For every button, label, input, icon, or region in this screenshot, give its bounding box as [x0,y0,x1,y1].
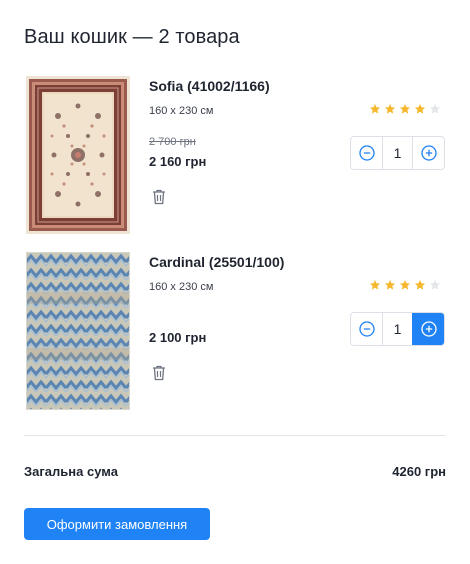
product-rating [369,103,441,115]
star-icon [414,280,426,290]
remove-item-button[interactable] [151,188,167,206]
cart-item: Cardinal (25501/100) 160 x 230 см 2 100 … [0,252,470,412]
quantity-stepper: 1 [350,312,445,346]
total-value: 4260 грн [392,464,446,479]
cart-item: Sofia (41002/1166) 160 x 230 см 2 700 гр… [0,76,470,236]
product-rating [369,279,441,291]
increase-quantity-button[interactable] [412,313,444,345]
divider [24,435,446,436]
decrease-quantity-button[interactable] [351,313,383,345]
plus-circle-icon [420,321,437,337]
star-icon [384,104,396,114]
star-icon [429,280,441,290]
price: 2 100 грн [149,330,207,345]
cart-title: Ваш кошик — 2 товара [24,26,240,48]
star-icon [369,280,381,290]
quantity-stepper: 1 [350,136,445,170]
price: 2 160 грн [149,154,207,169]
product-size: 160 x 230 см [149,281,214,293]
product-name[interactable]: Sofia (41002/1166) [149,78,270,94]
cart-panel: Ваш кошик — 2 товара Sofia (41002/1166) … [0,0,470,564]
quantity-value[interactable]: 1 [383,137,412,169]
increase-quantity-button[interactable] [412,137,444,169]
product-image-sofia[interactable] [26,76,130,234]
star-icon [414,104,426,114]
decrease-quantity-button[interactable] [351,137,383,169]
trash-icon [153,365,165,381]
trash-icon [153,189,165,205]
star-icon [399,280,411,290]
total-label: Загальна сума [24,464,118,479]
quantity-value[interactable]: 1 [383,313,412,345]
star-icon [429,104,441,114]
remove-item-button[interactable] [151,364,167,382]
plus-circle-icon [420,145,437,161]
minus-circle-icon [358,145,375,161]
product-size: 160 x 230 см [149,105,214,117]
product-name[interactable]: Cardinal (25501/100) [149,254,284,270]
minus-circle-icon [358,321,375,337]
star-icon [384,280,396,290]
product-image-cardinal[interactable] [26,252,130,410]
star-icon [369,104,381,114]
star-icon [399,104,411,114]
old-price: 2 700 грн [149,136,196,148]
checkout-button[interactable]: Оформити замовлення [24,508,210,540]
